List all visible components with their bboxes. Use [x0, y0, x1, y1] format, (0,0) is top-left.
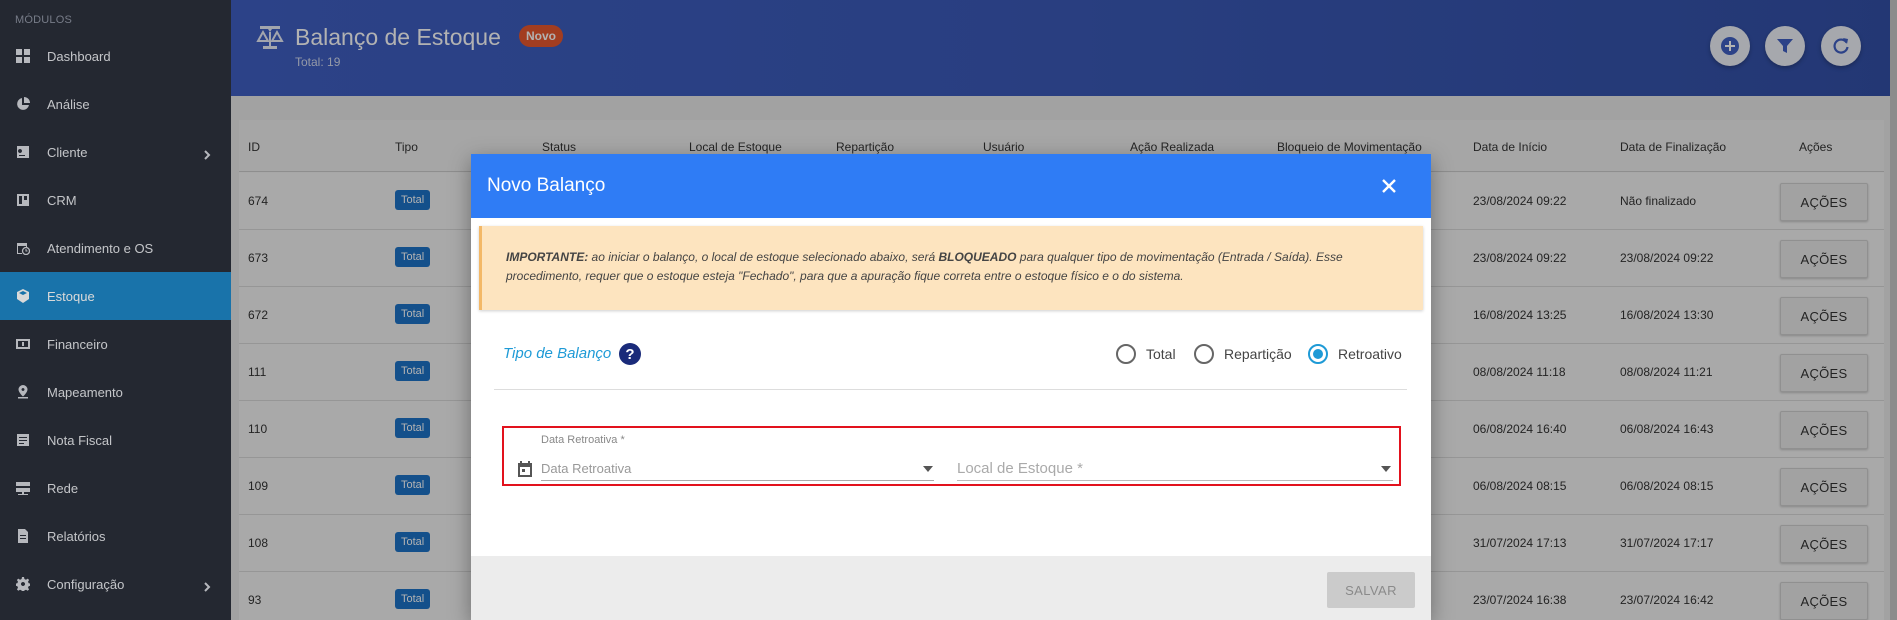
warning-notice: IMPORTANTE: ao iniciar o balanço, o loca… — [479, 226, 1423, 310]
balance-type-label: Tipo de Balanço — [503, 345, 612, 362]
radio-label: Retroativo — [1338, 346, 1402, 362]
warning-text-1: ao iniciar o balanço, o local de estoque… — [588, 250, 939, 264]
date-field-label: Data Retroativa * — [541, 434, 625, 446]
chevron-down-icon[interactable] — [1381, 466, 1391, 472]
new-balance-dialog: Novo Balanço IMPORTANTE: ao iniciar o ba… — [471, 154, 1431, 620]
radio-circle[interactable] — [1116, 344, 1136, 364]
modal-backdrop-header — [231, 0, 1897, 96]
radio-total[interactable]: Total — [1116, 344, 1176, 364]
radio-reparticao[interactable]: Repartição — [1194, 344, 1292, 364]
stock-location-select[interactable] — [957, 457, 1393, 481]
chevron-down-icon[interactable] — [923, 466, 933, 472]
radio-label: Repartição — [1224, 346, 1292, 362]
radio-circle-selected[interactable] — [1308, 344, 1328, 364]
warning-lead: IMPORTANTE: — [506, 250, 589, 264]
dialog-header: Novo Balanço — [471, 154, 1431, 218]
help-icon[interactable]: ? — [619, 343, 641, 365]
calendar-icon[interactable] — [515, 459, 535, 479]
divider — [494, 389, 1407, 390]
radio-retroativo[interactable]: Retroativo — [1308, 344, 1402, 364]
retroactive-date-input[interactable] — [541, 457, 934, 481]
dialog-title: Novo Balanço — [487, 175, 606, 196]
radio-circle[interactable] — [1194, 344, 1214, 364]
dialog-footer: SALVAR — [471, 556, 1431, 620]
radio-label: Total — [1146, 346, 1176, 362]
save-button[interactable]: SALVAR — [1327, 572, 1415, 608]
warning-bold: BLOQUEADO — [938, 250, 1017, 264]
modal-backdrop-sidebar — [0, 0, 231, 620]
close-icon[interactable] — [1381, 178, 1397, 194]
